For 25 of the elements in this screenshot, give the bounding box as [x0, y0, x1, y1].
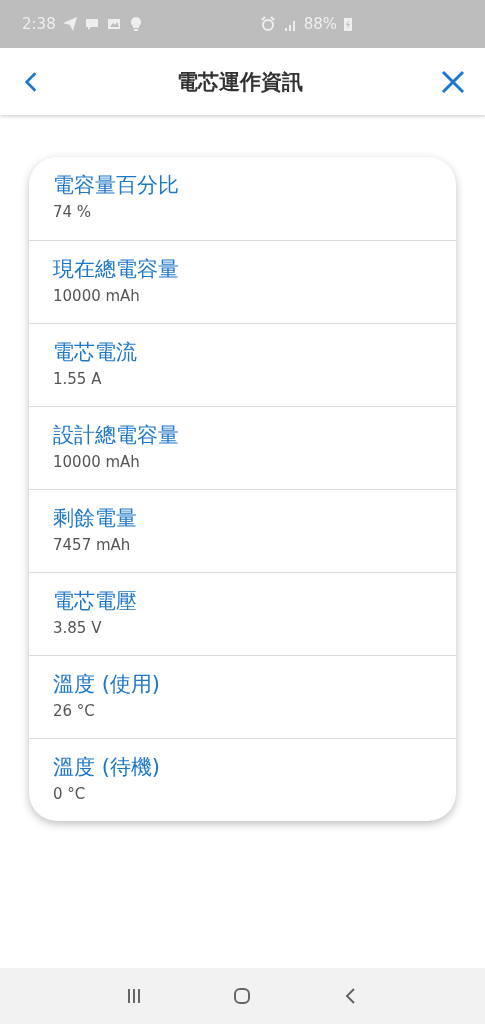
info-value: 3.85 V: [53, 619, 103, 637]
close-button[interactable]: [441, 69, 465, 94]
info-label: 設計總電容量: [53, 422, 180, 449]
chat-icon: [83, 16, 100, 32]
info-label: 電容量百分比: [53, 172, 180, 199]
home-icon[interactable]: [232, 986, 253, 1006]
image-icon: [105, 16, 122, 32]
info-label: 電芯電壓: [53, 588, 138, 615]
info-value: 74 %: [53, 203, 93, 221]
info-value: 26 °C: [53, 702, 96, 720]
back-button[interactable]: [24, 70, 38, 93]
info-value: 7457 mAh: [53, 536, 132, 554]
info-value: 10000 mAh: [53, 287, 141, 305]
send-icon: [61, 16, 78, 32]
info-label: 現在總電容量: [53, 256, 180, 283]
alarm-icon: [259, 16, 276, 32]
info-value: 0 °C: [53, 785, 87, 803]
page-title: 電芯運作資訊: [176, 68, 303, 96]
info-value: 1.55 A: [53, 370, 103, 388]
info-label: 溫度 (使用): [53, 671, 162, 698]
info-value: 10000 mAh: [53, 453, 141, 471]
info-label: 剩餘電量: [53, 505, 138, 532]
battery-charging-icon: [343, 16, 353, 32]
info-label: 電芯電流: [53, 339, 138, 366]
info-label: 溫度 (待機): [53, 754, 162, 781]
